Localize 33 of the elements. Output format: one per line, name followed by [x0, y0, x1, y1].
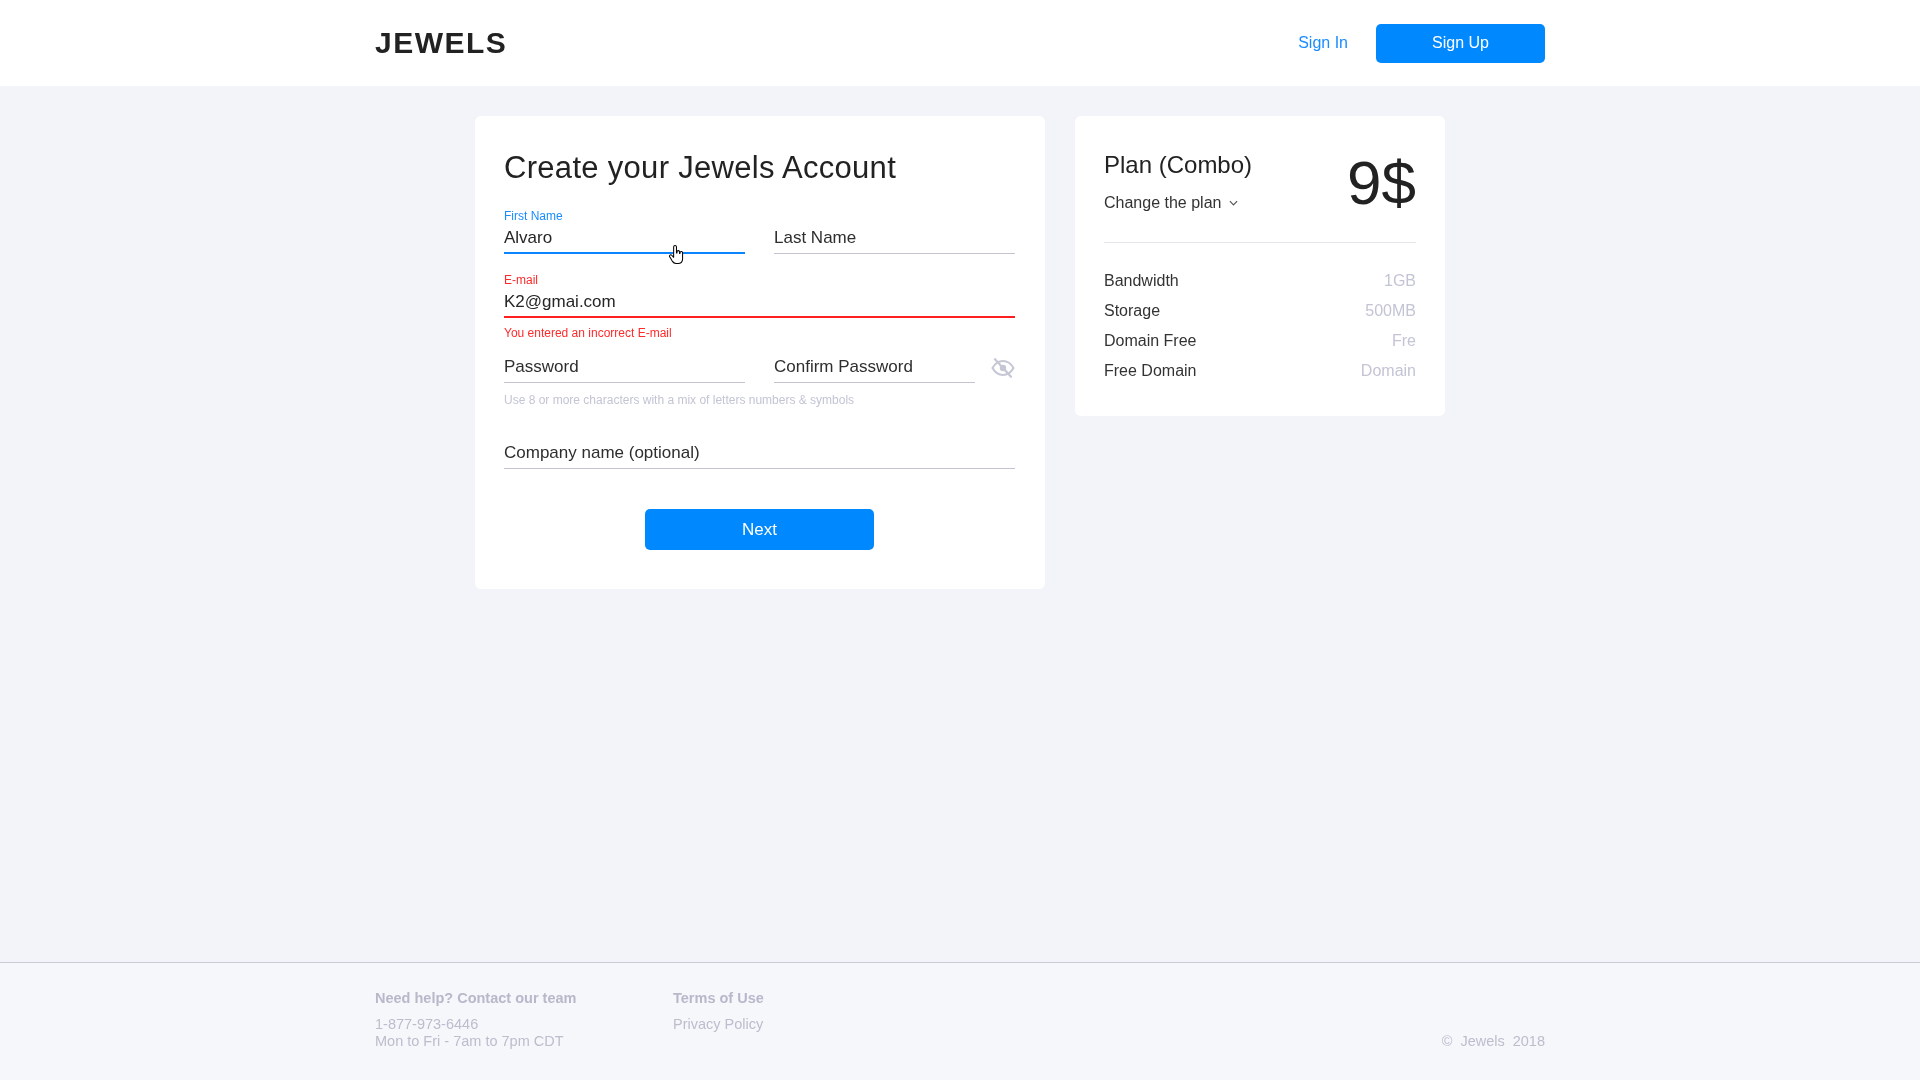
eye-slash-icon[interactable]: [991, 358, 1015, 378]
text-field[interactable]: Password: [504, 353, 745, 383]
plan-price: 9$: [1347, 152, 1416, 214]
field-label: First Name: [504, 208, 564, 224]
feature-name: Free Domain: [1104, 361, 1197, 381]
footer-link[interactable]: Terms of Use: [673, 989, 764, 1007]
password-hint: Use 8 or more characters with a mix of letters numbers & symbols: [504, 393, 856, 407]
footer-heading: Need help? Contact our team: [375, 989, 577, 1007]
feature-value: 1GB: [1384, 271, 1416, 291]
feature-value: Domain: [1360, 361, 1416, 381]
text-field[interactable]: Last Name: [774, 224, 1015, 254]
footer-text: 1-877-973-6446: [375, 1016, 479, 1033]
error-message: You entered an incorrect E-mail: [504, 325, 673, 341]
feature-value: 500MB: [1365, 301, 1416, 321]
logo: JEWELS: [375, 26, 508, 60]
footer-text: Mon to Fri - 7am to 7pm CDT: [375, 1033, 564, 1050]
text-field[interactable]: K2@gmai.com: [504, 288, 1015, 318]
header-button[interactable]: Sign Up: [1376, 23, 1545, 63]
feature-name: Storage: [1104, 301, 1161, 321]
header-link[interactable]: Sign In: [1298, 34, 1348, 52]
hand-cursor-icon: [668, 244, 684, 265]
text-field[interactable]: Company name (optional): [504, 439, 1015, 469]
feature-name: Domain Free: [1104, 331, 1197, 351]
next-button[interactable]: Next: [645, 509, 874, 550]
chevron-down-icon: [1229, 200, 1239, 206]
change-plan-dropdown[interactable]: Change the plan: [1104, 193, 1239, 213]
plan-title: Plan (Combo): [1104, 150, 1253, 180]
text-field[interactable]: Confirm Password: [774, 353, 975, 383]
form-title: Create your Jewels Account: [504, 150, 898, 186]
feature-name: Bandwidth: [1104, 271, 1179, 291]
copyright-text: © Jewels 2018: [1441, 1033, 1545, 1050]
feature-value: Fre: [1392, 331, 1416, 351]
field-label: E-mail: [504, 272, 539, 288]
